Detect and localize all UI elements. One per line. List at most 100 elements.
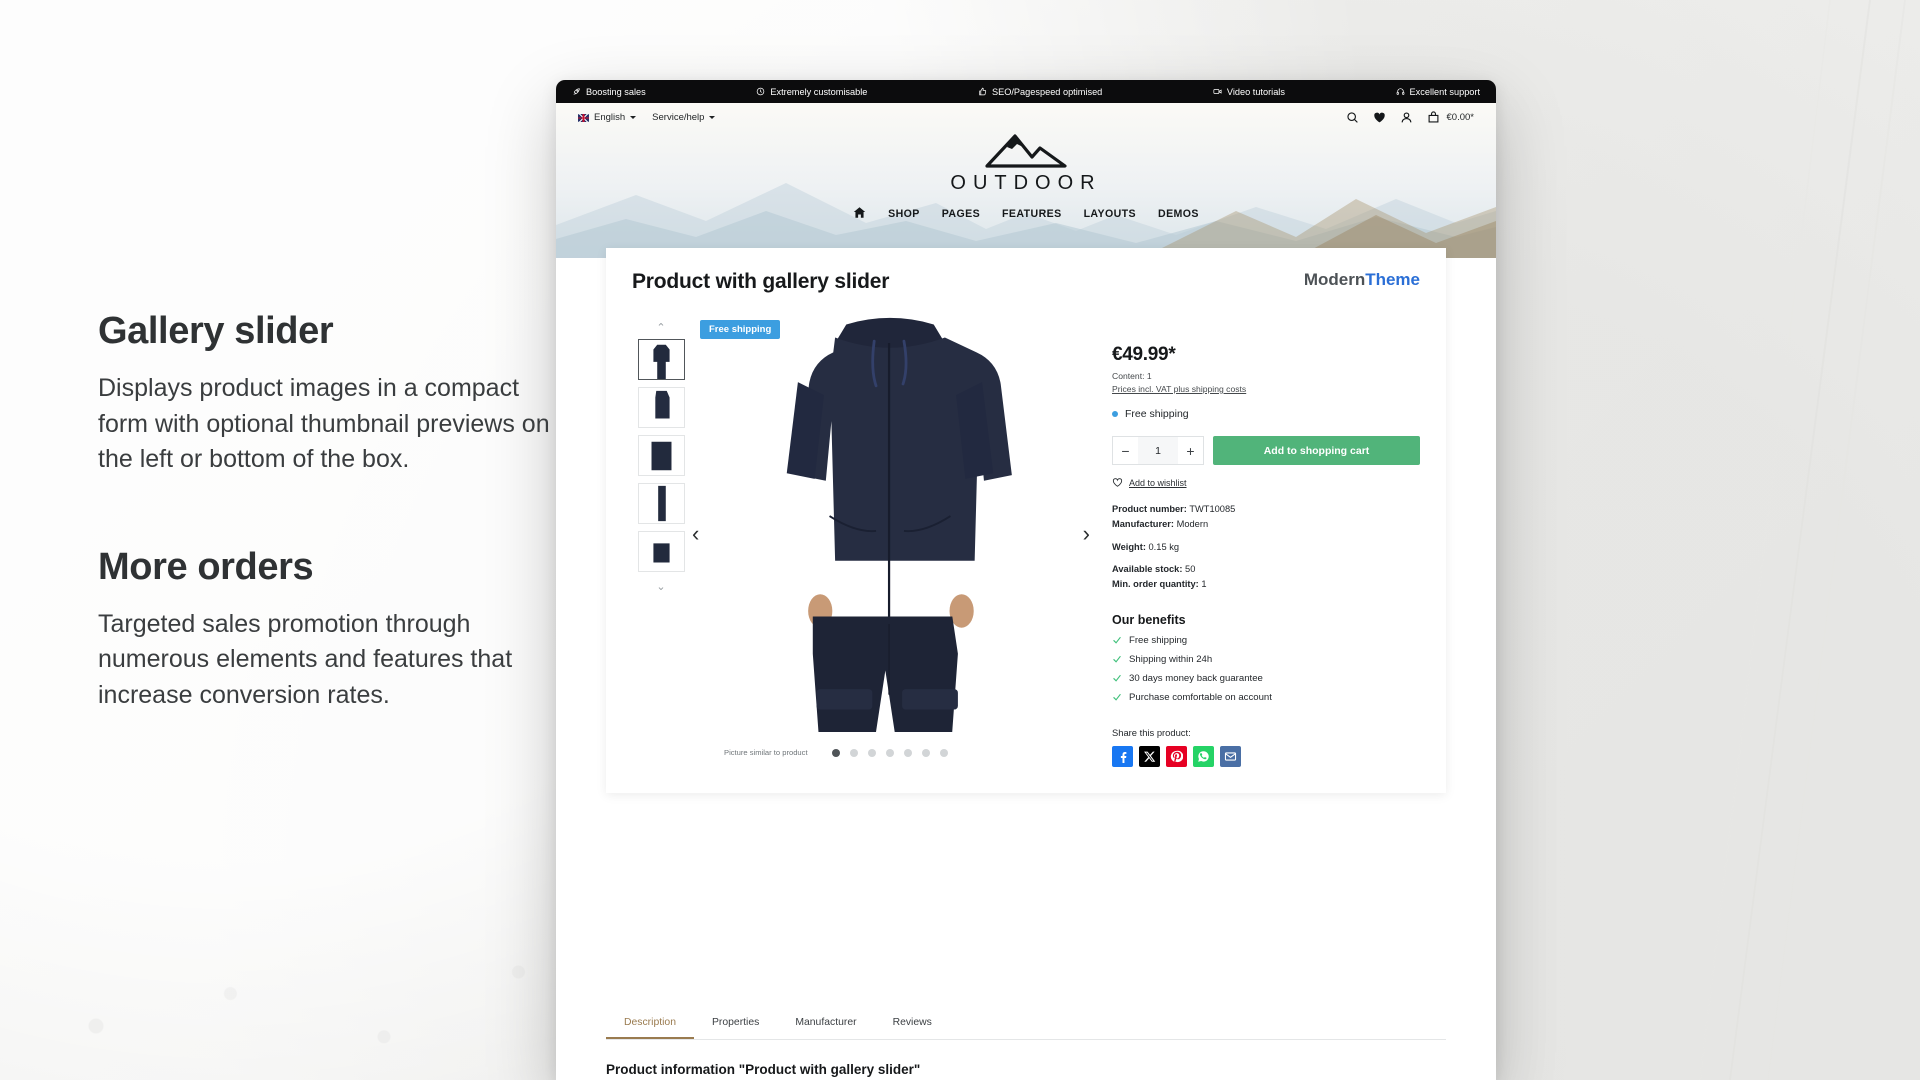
usp-item-customisable[interactable]: Extremely customisable [756, 87, 867, 97]
wishlist-label: Add to wishlist [1129, 477, 1187, 488]
quantity-decrease-button[interactable]: − [1113, 437, 1138, 464]
marketing-block-2: More orders Targeted sales promotion thr… [98, 546, 568, 714]
benefit-label: Shipping within 24h [1129, 653, 1213, 665]
tab-reviews[interactable]: Reviews [875, 1008, 950, 1039]
usp-item-seo[interactable]: SEO/Pagespeed optimised [978, 87, 1102, 97]
gallery-dot[interactable] [904, 748, 912, 757]
add-to-wishlist-button[interactable]: Add to wishlist [1112, 477, 1420, 488]
gallery-dot[interactable] [940, 748, 948, 757]
account-icon[interactable] [1400, 111, 1413, 124]
meta-value: 50 [1185, 563, 1196, 574]
usp-label: Extremely customisable [770, 86, 868, 97]
page-title: Product with gallery slider [632, 270, 890, 293]
logo-wordmark: OUTDOOR [950, 172, 1102, 194]
nav-item-demos[interactable]: DEMOS [1158, 208, 1199, 220]
product-price: €49.99* [1112, 344, 1176, 365]
product-tabs: Description Properties Manufacturer Revi… [606, 1008, 1446, 1040]
nav-item-layouts[interactable]: LAYOUTS [1084, 208, 1136, 220]
product-content: Content: 1 [1112, 371, 1152, 381]
gallery-dot[interactable] [886, 748, 894, 757]
product-main-image[interactable] [690, 302, 1090, 732]
benefit-item: Shipping within 24h [1112, 654, 1420, 665]
quantity-stepper[interactable]: − + [1112, 436, 1204, 465]
status-dot-icon [1112, 411, 1118, 417]
quantity-input[interactable] [1138, 437, 1178, 464]
usp-label: Boosting sales [586, 86, 646, 97]
share-email-button[interactable] [1220, 745, 1241, 767]
language-selector[interactable]: English [578, 112, 637, 123]
check-icon [1113, 674, 1121, 682]
theme-brandmark: ModernTheme [1304, 270, 1420, 290]
thumbs-scroll-down-icon[interactable]: ⌄ [656, 582, 665, 593]
nav-item-features[interactable]: FEATURES [1002, 208, 1062, 220]
thumbs-scroll-up-icon[interactable]: ⌃ [656, 323, 665, 334]
marketing-body: Targeted sales promotion through numerou… [98, 609, 513, 709]
gallery-dot[interactable] [832, 748, 840, 757]
meta-min-order-quantity: Min. order quantity: 1 [1112, 577, 1420, 592]
gallery-thumbnail[interactable] [637, 387, 685, 428]
share-facebook-button[interactable] [1112, 745, 1133, 767]
usp-bar: Boosting sales Extremely customisable SE… [556, 80, 1496, 103]
meta-label: Min. order quantity: [1112, 579, 1199, 590]
header-icons: €0.00* [1346, 111, 1474, 124]
benefits-heading: Our benefits [1112, 612, 1186, 627]
gallery-dot[interactable] [850, 748, 858, 757]
share-whatsapp-button[interactable] [1193, 745, 1214, 767]
gallery-next-button[interactable]: › [1083, 523, 1090, 545]
gallery-prev-button[interactable]: ‹ [692, 523, 699, 545]
meta-label: Product number: [1112, 504, 1187, 514]
product-thumbnail-image [638, 532, 684, 571]
nav-home[interactable] [853, 206, 866, 222]
free-shipping-badge: Free shipping [700, 320, 781, 339]
share-pinterest-button[interactable] [1166, 745, 1187, 767]
product-tabs-section: Description Properties Manufacturer Revi… [606, 1008, 1446, 1080]
shipping-status: Free shipping [1112, 408, 1420, 420]
gallery-thumbnail[interactable] [637, 435, 685, 476]
tab-properties[interactable]: Properties [694, 1008, 777, 1039]
add-to-cart-button[interactable]: Add to shopping cart [1213, 436, 1420, 465]
marketing-body: Displays product images in a compact for… [98, 374, 550, 473]
marketing-heading: More orders [98, 545, 314, 588]
quantity-increase-button[interactable]: + [1178, 437, 1203, 464]
home-icon [853, 207, 866, 218]
tab-manufacturer[interactable]: Manufacturer [777, 1008, 874, 1039]
gallery-thumbnail[interactable] [637, 339, 685, 380]
vat-shipping-link[interactable]: Prices incl. VAT plus shipping costs [1112, 384, 1420, 394]
share-buttons [1112, 745, 1420, 767]
share-x-button[interactable] [1139, 745, 1160, 767]
cart-amount[interactable]: €0.00* [1447, 112, 1474, 123]
usp-item-support[interactable]: Excellent support [1396, 87, 1480, 97]
tab-description[interactable]: Description [606, 1008, 694, 1039]
gallery-thumbnail[interactable] [637, 531, 685, 572]
facebook-icon [1120, 751, 1127, 763]
usp-label: Video tutorials [1226, 86, 1285, 97]
marketing-heading: Gallery slider [98, 310, 334, 352]
site-logo[interactable]: OUTDOOR [556, 130, 1496, 195]
benefit-label: 30 days money back guarantee [1129, 672, 1263, 684]
main-navigation: SHOP PAGES FEATURES LAYOUTS DEMOS [556, 206, 1496, 222]
gallery-dot[interactable] [922, 748, 930, 757]
usp-item-boosting-sales[interactable]: Boosting sales [572, 87, 646, 97]
check-icon [1113, 655, 1121, 663]
gallery-thumbnails: ⌃ ⌄ [632, 302, 690, 767]
service-help-label: Service/help [652, 112, 705, 123]
nav-item-pages[interactable]: PAGES [942, 208, 980, 220]
product-thumbnail-image [638, 388, 684, 427]
email-icon [1224, 752, 1237, 761]
heart-icon[interactable] [1373, 111, 1386, 124]
search-icon[interactable] [1346, 111, 1359, 124]
usp-item-video-tutorials[interactable]: Video tutorials [1213, 87, 1285, 97]
cart-icon[interactable] [1427, 111, 1440, 124]
nav-item-shop[interactable]: SHOP [888, 208, 920, 220]
usp-label: SEO/Pagespeed optimised [991, 86, 1103, 97]
gallery-thumbnail[interactable] [637, 483, 685, 524]
buy-box: €49.99* Content: 1 Prices incl. VAT plus… [1090, 302, 1420, 767]
meta-product-number: Product number: TWT10085 [1112, 502, 1420, 517]
gallery-dot[interactable] [868, 748, 876, 757]
whatsapp-icon [1198, 750, 1209, 762]
product-thumbnail-image [638, 484, 684, 523]
service-help-menu[interactable]: Service/help [652, 112, 716, 123]
uk-flag-icon [578, 113, 589, 122]
x-twitter-icon [1144, 751, 1156, 762]
pinterest-icon [1170, 750, 1183, 762]
